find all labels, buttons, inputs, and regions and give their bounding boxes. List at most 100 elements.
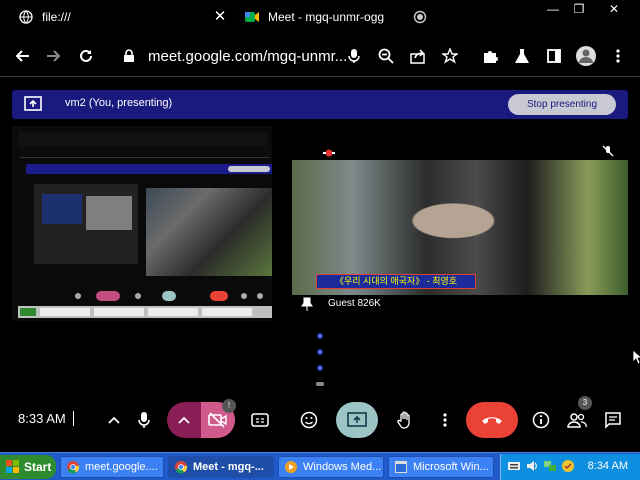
captions-icon (251, 413, 269, 427)
address-bar[interactable]: meet.google.com/mgq-unmr... (108, 40, 418, 72)
bookmark-star-icon[interactable] (438, 44, 462, 68)
tab-file-label: file:/// (42, 10, 71, 24)
system-tray: 8:34 AM (500, 454, 640, 480)
reactions-button[interactable] (296, 402, 322, 438)
start-label: Start (24, 460, 52, 474)
tab-meet-label: Meet - mgq-unmr-ogg (268, 10, 385, 24)
labs-flask-icon[interactable] (510, 44, 534, 68)
recording-indicator-icon[interactable] (412, 9, 428, 25)
nested-browser-toolbar (20, 146, 270, 158)
profile-avatar-icon[interactable] (574, 44, 598, 68)
presenting-banner: vm2 (You, presenting) Stop presenting (12, 90, 628, 119)
stop-presenting-button[interactable]: Stop presenting (508, 94, 616, 115)
forward-button[interactable] (42, 44, 66, 68)
browser-toolbar: meet.google.com/mgq-unmr... (0, 36, 640, 76)
audio-level-indicator (316, 333, 324, 386)
camera-warning-badge: ! (222, 399, 236, 413)
network-icon[interactable] (543, 459, 557, 473)
nested-taskbar (18, 306, 272, 318)
people-icon (567, 413, 587, 428)
taskbar-item-label: meet.google.... (85, 461, 158, 473)
taskbar-item-microsoft-windows[interactable]: Microsoft Win... (388, 456, 494, 478)
windows-taskbar: Start meet.google.... Meet - mgq-... Win… (0, 452, 640, 480)
browser-menu-icon[interactable] (606, 44, 630, 68)
meeting-clock: 8:33 AM (18, 411, 66, 426)
nested-stop-button (228, 166, 270, 172)
meet-icon (244, 9, 260, 25)
presenting-label: vm2 (You, presenting) (65, 97, 173, 109)
self-presentation-tile (12, 126, 272, 321)
remote-participant-video[interactable]: 《우리 시대의 애국자》 - 최영호 (292, 160, 628, 295)
share-icon[interactable] (406, 44, 430, 68)
windows-flag-icon (6, 460, 19, 473)
video-caption: 《우리 시대의 애국자》 - 최영호 (316, 274, 476, 289)
participant-name: Guest 826K (328, 298, 381, 309)
more-vert-icon (443, 413, 447, 427)
side-panel-icon[interactable] (542, 44, 566, 68)
start-button[interactable]: Start (0, 455, 56, 479)
microphone-button[interactable] (132, 402, 156, 438)
present-now-button[interactable] (336, 402, 378, 438)
info-icon (532, 411, 550, 429)
chat-button[interactable] (600, 402, 626, 438)
zoom-icon[interactable] (374, 44, 398, 68)
meeting-details-button[interactable] (528, 402, 554, 438)
video-options-button[interactable] (167, 402, 201, 438)
back-button[interactable] (10, 44, 34, 68)
close-tab-icon[interactable]: ✕ (212, 9, 228, 25)
browser-tab-strip: file:/// ✕ Meet - mgq-unmr-ogg — ❐ ✕ (0, 0, 640, 34)
microphone-icon (138, 412, 150, 428)
chrome-icon (175, 461, 188, 474)
reload-icon (80, 49, 92, 62)
nested-self-tile (34, 184, 138, 264)
mouse-cursor-icon (632, 349, 640, 365)
globe-icon (18, 9, 34, 25)
restore-button[interactable]: ❐ (568, 0, 590, 18)
toolbar-divider (0, 76, 640, 77)
volume-icon[interactable] (525, 459, 539, 473)
pin-icon[interactable] (301, 297, 313, 311)
taskbar-item-media-player[interactable]: Windows Med... (278, 456, 384, 478)
lock-icon (124, 49, 134, 62)
leave-call-button[interactable] (466, 402, 518, 438)
back-arrow-icon (15, 50, 29, 62)
nested-remote-tile (146, 188, 272, 276)
raise-hand-button[interactable] (392, 402, 418, 438)
address-text: meet.google.com/mgq-unmr... (148, 47, 348, 65)
more-options-button[interactable] (436, 402, 454, 438)
taskbar-item-label: Meet - mgq-... (193, 461, 264, 473)
keyboard-icon[interactable] (507, 459, 521, 473)
extensions-icon[interactable] (478, 44, 502, 68)
nested-presenting-banner (26, 164, 272, 174)
window-close-button[interactable]: ✕ (603, 0, 625, 18)
present-screen-icon (347, 412, 367, 427)
security-shield-icon[interactable] (561, 459, 575, 473)
tab-meet[interactable]: Meet - mgq-unmr-ogg (244, 2, 428, 32)
taskbar-item-label: Microsoft Win... (413, 461, 489, 473)
chevron-up-icon (108, 416, 120, 424)
chevron-up-icon (178, 416, 190, 424)
chrome-icon (67, 461, 80, 474)
chat-icon (605, 412, 621, 429)
present-screen-icon (24, 96, 42, 111)
mic-in-use-icon[interactable] (342, 44, 366, 68)
captions-button[interactable] (248, 402, 272, 438)
windows-icon (395, 461, 407, 473)
media-player-icon (285, 461, 297, 473)
tab-file[interactable]: file:/// ✕ (18, 2, 228, 32)
emoji-icon (300, 411, 318, 429)
hang-up-icon (482, 417, 502, 424)
nested-browser-tabs (18, 132, 268, 146)
nested-control-bar (75, 291, 263, 301)
muted-mic-icon (602, 145, 614, 157)
taskbar-item-meet-1[interactable]: meet.google.... (60, 456, 164, 478)
clock-divider (73, 411, 74, 426)
taskbar-item-meet-2[interactable]: Meet - mgq-... (168, 456, 274, 478)
hand-icon (397, 411, 410, 429)
reload-button[interactable] (74, 44, 98, 68)
audio-options-button[interactable] (102, 402, 126, 438)
minimize-button[interactable]: — (542, 0, 564, 18)
participant-count-badge: 3 (578, 396, 592, 410)
taskbar-clock: 8:34 AM (587, 460, 628, 472)
forward-arrow-icon (47, 50, 61, 62)
